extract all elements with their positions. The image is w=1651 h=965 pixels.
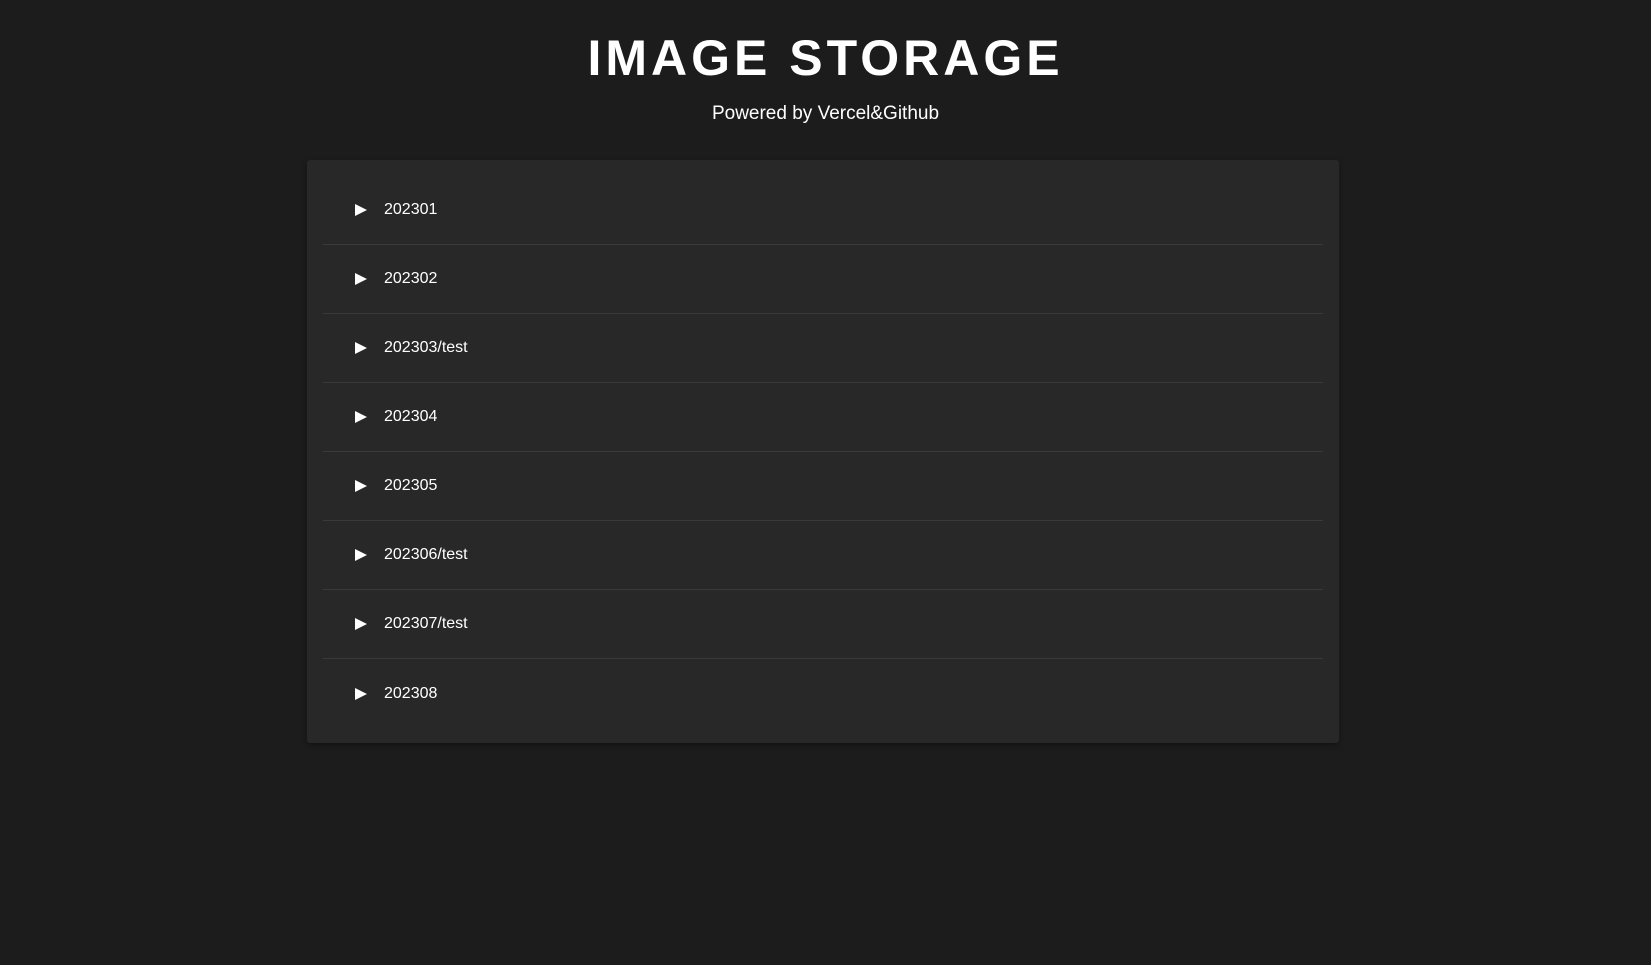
folder-item[interactable]: 202307/test: [323, 590, 1323, 659]
expand-arrow-icon: [355, 549, 367, 561]
folder-item[interactable]: 202306/test: [323, 521, 1323, 590]
page-header: IMAGE STORAGE Powered by Vercel&Github: [0, 0, 1651, 126]
folder-label: 202304: [384, 408, 438, 425]
expand-arrow-icon: [355, 273, 367, 285]
folder-item[interactable]: 202302: [323, 245, 1323, 314]
folder-panel: 202301 202302 202303/test 202304 202305 …: [307, 160, 1339, 743]
folder-item[interactable]: 202305: [323, 452, 1323, 521]
folder-item[interactable]: 202304: [323, 383, 1323, 452]
folder-label: 202303/test: [384, 339, 468, 356]
folder-item[interactable]: 202301: [323, 160, 1323, 245]
folder-label: 202308: [384, 684, 438, 702]
expand-arrow-icon: [355, 411, 367, 423]
folder-item[interactable]: 202303/test: [323, 314, 1323, 383]
folder-list: 202301 202302 202303/test 202304 202305 …: [323, 160, 1323, 743]
page: IMAGE STORAGE Powered by Vercel&Github 2…: [0, 0, 1651, 965]
expand-arrow-icon: [355, 480, 367, 492]
folder-item[interactable]: 202308: [323, 659, 1323, 743]
expand-arrow-icon: [355, 204, 367, 216]
page-subtitle: Powered by Vercel&Github: [711, 103, 940, 124]
folder-label: 202302: [384, 270, 438, 287]
expand-arrow-icon: [355, 618, 367, 630]
expand-arrow-icon: [355, 687, 367, 700]
page-title: IMAGE STORAGE: [587, 30, 1064, 86]
folder-label: 202307/test: [384, 615, 468, 632]
folder-label: 202305: [384, 477, 438, 494]
folder-label: 202301: [384, 201, 438, 218]
expand-arrow-icon: [355, 342, 367, 354]
folder-label: 202306/test: [384, 546, 468, 563]
